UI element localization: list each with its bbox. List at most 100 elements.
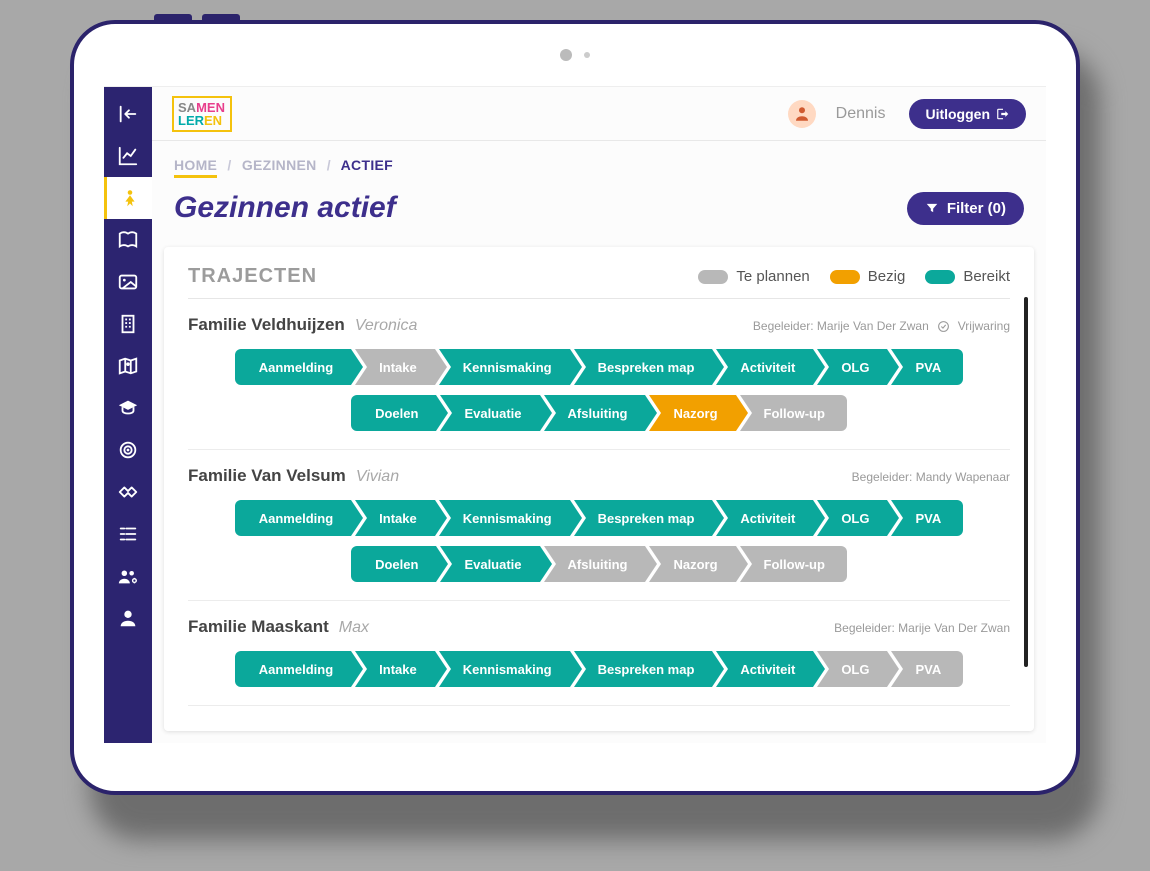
tablet-camera — [74, 24, 1076, 86]
stage-afsluiting[interactable]: Afsluiting — [544, 395, 646, 431]
stage-label: Activiteit — [740, 360, 795, 375]
sidebar — [104, 87, 152, 743]
avatar[interactable] — [788, 100, 816, 128]
sidebar-item-image[interactable] — [104, 261, 152, 303]
sidebar-item-handshake[interactable] — [104, 471, 152, 513]
stage-label: Doelen — [375, 557, 418, 572]
stage-label: Kennismaking — [463, 662, 552, 677]
stage-row: Aanmelding Intake Kennismaking Bespreken ma… — [188, 349, 1010, 385]
stage-label: PVA — [915, 360, 941, 375]
vrijwaring-label: Vrijwaring — [958, 319, 1010, 333]
filter-button[interactable]: Filter (0) — [907, 192, 1024, 225]
stage-doelen[interactable]: Doelen — [351, 546, 436, 582]
logout-icon — [996, 107, 1010, 121]
stage-doelen[interactable]: Doelen — [351, 395, 436, 431]
scrollbar[interactable] — [1024, 297, 1028, 667]
stage-bespreken-map[interactable]: Bespreken map — [574, 349, 713, 385]
stage-olg[interactable]: OLG — [817, 651, 887, 687]
begeleider-label: Begeleider: Marije Van Der Zwan — [834, 621, 1010, 635]
sidebar-item-book[interactable] — [104, 219, 152, 261]
user-name: Dennis — [836, 105, 886, 123]
stage-nazorg[interactable]: Nazorg — [649, 395, 735, 431]
app-screen: SAMEN LEREN Dennis Uitloggen HOME / — [104, 86, 1046, 743]
legend-label: Bezig — [868, 268, 906, 285]
sidebar-item-map[interactable] — [104, 345, 152, 387]
stage-aanmelding[interactable]: Aanmelding — [235, 349, 351, 385]
target-icon — [117, 439, 139, 461]
group-settings-icon — [117, 565, 139, 587]
stage-evaluatie[interactable]: Evaluatie — [440, 546, 539, 582]
image-icon — [117, 271, 139, 293]
graduation-icon — [117, 397, 139, 419]
stage-pva[interactable]: PVA — [891, 500, 963, 536]
stage-follow-up[interactable]: Follow-up — [740, 395, 847, 431]
stage-evaluatie[interactable]: Evaluatie — [440, 395, 539, 431]
stage-bespreken-map[interactable]: Bespreken map — [574, 651, 713, 687]
stage-label: Bespreken map — [598, 511, 695, 526]
sidebar-item-collapse[interactable] — [104, 93, 152, 135]
stage-intake[interactable]: Intake — [355, 500, 435, 536]
stage-follow-up[interactable]: Follow-up — [740, 546, 847, 582]
stage-kennismaking[interactable]: Kennismaking — [439, 651, 570, 687]
chart-icon — [117, 145, 139, 167]
check-circle-icon — [937, 320, 950, 333]
stage-aanmelding[interactable]: Aanmelding — [235, 500, 351, 536]
stage-label: Evaluatie — [464, 406, 521, 421]
stage-afsluiting[interactable]: Afsluiting — [544, 546, 646, 582]
sidebar-item-user[interactable] — [104, 597, 152, 639]
stage-olg[interactable]: OLG — [817, 500, 887, 536]
crumb-actief: ACTIEF — [341, 157, 393, 173]
stage-label: OLG — [841, 662, 869, 677]
logout-button[interactable]: Uitloggen — [909, 99, 1026, 129]
building-icon — [117, 313, 139, 335]
main-area: SAMEN LEREN Dennis Uitloggen HOME / — [152, 87, 1046, 743]
stage-label: Aanmelding — [259, 360, 333, 375]
list-icon — [117, 523, 139, 545]
stage-activiteit[interactable]: Activiteit — [716, 349, 813, 385]
stage-label: Intake — [379, 360, 417, 375]
person-icon — [119, 187, 141, 209]
family-meta: Begeleider: Marije Van Der Zwan Vrijwari… — [753, 319, 1010, 333]
stage-label: Evaluatie — [464, 557, 521, 572]
stage-activiteit[interactable]: Activiteit — [716, 651, 813, 687]
begeleider-label: Begeleider: Mandy Wapenaar — [852, 470, 1010, 484]
stage-nazorg[interactable]: Nazorg — [649, 546, 735, 582]
logo[interactable]: SAMEN LEREN — [172, 96, 232, 132]
sidebar-item-building[interactable] — [104, 303, 152, 345]
sidebar-item-chart[interactable] — [104, 135, 152, 177]
stage-pva[interactable]: PVA — [891, 349, 963, 385]
stage-label: Activiteit — [740, 511, 795, 526]
begeleider-label: Begeleider: Marije Van Der Zwan — [753, 319, 929, 333]
family-name[interactable]: Familie Maaskant — [188, 617, 329, 637]
stage-aanmelding[interactable]: Aanmelding — [235, 651, 351, 687]
stage-label: Follow-up — [764, 557, 825, 572]
tablet-frame: SAMEN LEREN Dennis Uitloggen HOME / — [70, 20, 1080, 795]
breadcrumb: HOME / GEZINNEN / ACTIEF — [152, 141, 1046, 177]
handshake-icon — [117, 481, 139, 503]
family-name[interactable]: Familie Van Velsum — [188, 466, 346, 486]
stage-intake[interactable]: Intake — [355, 349, 435, 385]
crumb-gezinnen[interactable]: GEZINNEN — [242, 157, 317, 173]
sidebar-item-target[interactable] — [104, 429, 152, 471]
stage-row: AanmeldingIntakeKennismaking Bespreken ma… — [188, 500, 1010, 536]
stage-kennismaking[interactable]: Kennismaking — [439, 500, 570, 536]
collapse-icon — [117, 103, 139, 125]
family-name[interactable]: Familie Veldhuijzen — [188, 315, 345, 335]
stage-bespreken-map[interactable]: Bespreken map — [574, 500, 713, 536]
topbar: SAMEN LEREN Dennis Uitloggen — [152, 87, 1046, 141]
stage-intake[interactable]: Intake — [355, 651, 435, 687]
stage-label: Nazorg — [673, 406, 717, 421]
stage-kennismaking[interactable]: Kennismaking — [439, 349, 570, 385]
sidebar-item-graduation[interactable] — [104, 387, 152, 429]
sidebar-item-list[interactable] — [104, 513, 152, 555]
sidebar-item-person[interactable] — [104, 177, 152, 219]
stage-label: Bespreken map — [598, 360, 695, 375]
stage-pva[interactable]: PVA — [891, 651, 963, 687]
family-sub: Max — [339, 619, 369, 637]
legend-label: Bereikt — [963, 268, 1010, 285]
stage-olg[interactable]: OLG — [817, 349, 887, 385]
sidebar-item-group-settings[interactable] — [104, 555, 152, 597]
stage-activiteit[interactable]: Activiteit — [716, 500, 813, 536]
crumb-home[interactable]: HOME — [174, 157, 217, 178]
family-sub: Veronica — [355, 317, 418, 335]
